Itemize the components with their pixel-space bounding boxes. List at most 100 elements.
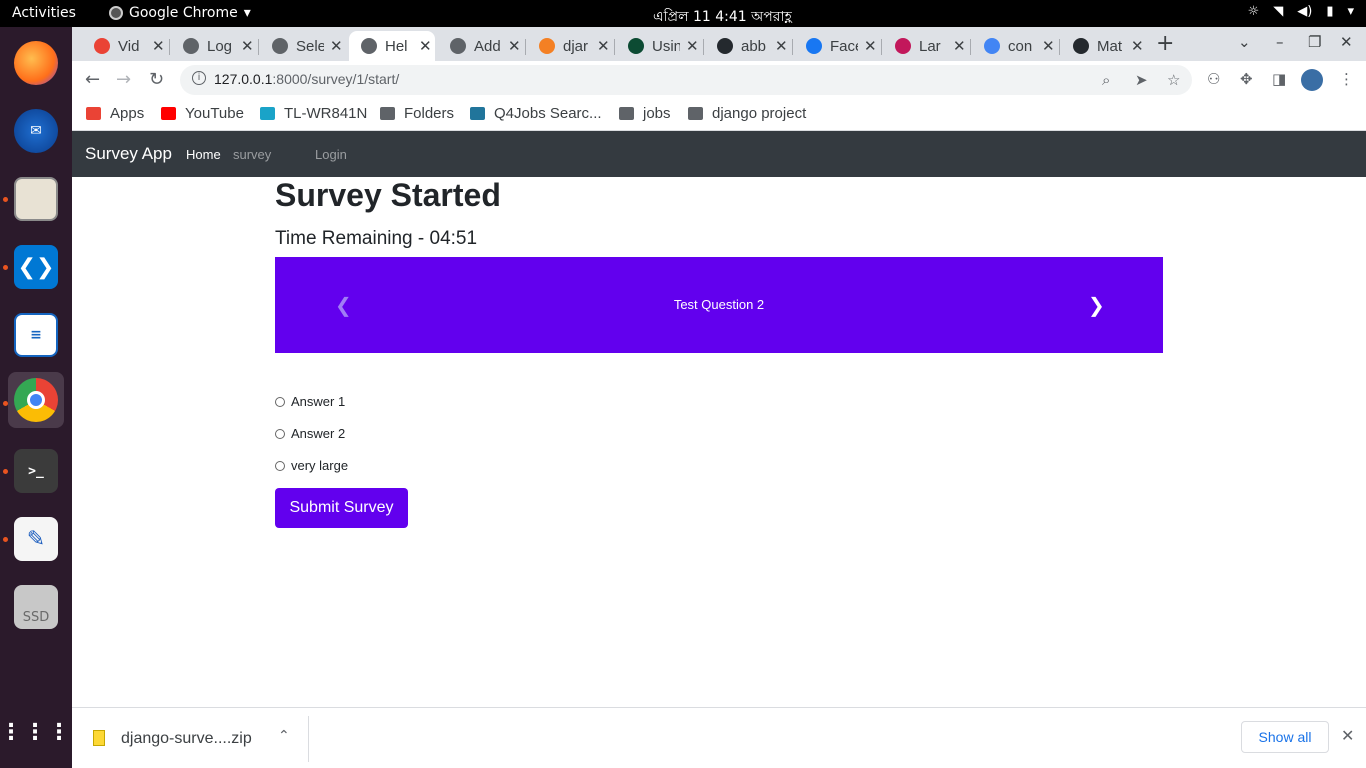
tab-close-icon[interactable]: ✕: [330, 37, 343, 55]
dock-files[interactable]: [8, 171, 64, 227]
shelf-divider: [308, 716, 309, 762]
nav-link-login[interactable]: Login: [315, 147, 347, 162]
bookmark-item[interactable]: TL-WR841N: [260, 105, 367, 122]
bookmark-item[interactable]: django project: [688, 105, 806, 122]
show-applications-button[interactable]: ⋮⋮⋮: [0, 704, 70, 760]
dock-terminal[interactable]: >_: [8, 443, 64, 499]
minimize-button[interactable]: –: [1276, 33, 1284, 51]
answer-option[interactable]: Answer 1: [275, 394, 345, 409]
tab-close-icon[interactable]: ✕: [152, 37, 165, 55]
tab-close-icon[interactable]: ✕: [864, 37, 877, 55]
new-tab-button[interactable]: +: [1156, 31, 1174, 56]
tab-close-icon[interactable]: ✕: [686, 37, 699, 55]
bookmark-item[interactable]: YouTube: [161, 105, 244, 122]
close-shelf-icon[interactable]: ✕: [1341, 726, 1354, 745]
tab-close-icon[interactable]: ✕: [419, 37, 432, 55]
tab-close-icon[interactable]: ✕: [953, 37, 966, 55]
zoom-icon[interactable]: ⌕: [1102, 71, 1110, 89]
tab-close-icon[interactable]: ✕: [1131, 37, 1144, 55]
text-editor-icon: ✎: [14, 517, 58, 561]
side-panel-icon[interactable]: ◨: [1272, 70, 1286, 88]
extension-icon[interactable]: ⚇: [1207, 70, 1220, 88]
answer-label: Answer 2: [291, 426, 346, 441]
tab-separator: [970, 39, 971, 55]
browser-tab[interactable]: con ✕: [972, 31, 1058, 61]
carousel-next-icon[interactable]: ❯: [1088, 293, 1105, 317]
bookmark-item[interactable]: jobs: [619, 105, 671, 122]
browser-tab[interactable]: Add ✕: [438, 31, 524, 61]
radio-button[interactable]: [275, 428, 285, 439]
browser-tab[interactable]: Vid ✕: [82, 31, 168, 61]
profile-avatar[interactable]: [1301, 69, 1323, 91]
browser-tab[interactable]: Hel ✕: [349, 31, 435, 61]
dock-libreoffice-writer[interactable]: ≡: [8, 307, 64, 363]
bookmark-label: Folders: [404, 105, 455, 122]
browser-tab[interactable]: Usin ✕: [616, 31, 702, 61]
maximize-button[interactable]: ❐: [1308, 33, 1321, 51]
browser-tab[interactable]: Lar ✕: [883, 31, 969, 61]
close-window-button[interactable]: ✕: [1340, 33, 1353, 51]
back-button[interactable]: ←: [85, 69, 100, 90]
browser-tab[interactable]: Log ✕: [171, 31, 257, 61]
tab-close-icon[interactable]: ✕: [241, 37, 254, 55]
bookmark-star-icon[interactable]: ☆: [1167, 71, 1180, 89]
nav-link-home[interactable]: Home: [186, 147, 221, 162]
dock-thunderbird[interactable]: ✉: [8, 103, 64, 159]
send-icon[interactable]: ➤: [1135, 71, 1148, 89]
chevron-up-icon[interactable]: ⌃: [278, 728, 290, 744]
system-top-bar: Activities Google Chrome ▾ এপ্রিল 11 4:4…: [0, 0, 1366, 27]
dock-text-editor[interactable]: ✎: [8, 511, 64, 567]
browser-tab[interactable]: abb ✕: [705, 31, 791, 61]
tab-favicon-icon: [361, 38, 377, 54]
app-menu[interactable]: Google Chrome ▾: [109, 5, 251, 21]
tab-title: Lar: [919, 37, 941, 55]
apps-grid-icon: [86, 107, 101, 120]
tab-separator: [703, 39, 704, 55]
browser-tab[interactable]: Sele ✕: [260, 31, 346, 61]
radio-button[interactable]: [275, 460, 285, 471]
address-bar[interactable]: i 127.0.0.1:8000/survey/1/start/ ⌕ ➤ ☆: [180, 65, 1192, 95]
app-menu-label: Google Chrome: [129, 5, 238, 21]
dock-vscode[interactable]: ❮❯: [8, 239, 64, 295]
show-all-button[interactable]: Show all: [1241, 721, 1329, 753]
url-text[interactable]: 127.0.0.1:8000/survey/1/start/: [214, 71, 399, 87]
bookmark-item[interactable]: Folders: [380, 105, 454, 122]
activities-button[interactable]: Activities: [12, 5, 76, 21]
dock-chrome[interactable]: [8, 372, 64, 428]
clock[interactable]: এপ্রিল 11 4:41 অপরাহ্ণ: [653, 5, 792, 29]
tab-search-icon[interactable]: ⌄: [1238, 33, 1251, 51]
nav-link-survey[interactable]: survey: [233, 147, 271, 162]
bookmark-item[interactable]: Q4Jobs Searc...: [470, 105, 602, 122]
navbar-brand[interactable]: Survey App: [85, 144, 172, 164]
tab-close-icon[interactable]: ✕: [508, 37, 521, 55]
site-info-icon[interactable]: i: [192, 71, 206, 85]
radio-button[interactable]: [275, 396, 285, 407]
browser-tab[interactable]: djar ✕: [527, 31, 613, 61]
battery-icon: ▮: [1326, 4, 1334, 19]
tab-separator: [614, 39, 615, 55]
tab-separator: [169, 39, 170, 55]
tab-close-icon[interactable]: ✕: [775, 37, 788, 55]
download-shelf: django-surve....zip ⌃ Show all ✕: [72, 707, 1366, 768]
bookmark-item[interactable]: Apps: [86, 105, 144, 122]
system-tray[interactable]: ☼ ◥ ◀) ▮ ▾: [1248, 4, 1354, 19]
extensions-puzzle-icon[interactable]: ✥: [1240, 70, 1253, 88]
page-title: Survey Started: [275, 177, 501, 213]
tab-close-icon[interactable]: ✕: [1042, 37, 1055, 55]
forward-button[interactable]: →: [116, 69, 131, 90]
tab-close-icon[interactable]: ✕: [597, 37, 610, 55]
chrome-menu-icon[interactable]: ⋮: [1339, 70, 1354, 88]
tab-favicon-icon: [717, 38, 733, 54]
tab-favicon-icon: [1073, 38, 1089, 54]
browser-tab[interactable]: Mat ✕: [1061, 31, 1147, 61]
download-filename[interactable]: django-surve....zip: [121, 730, 252, 748]
answer-option[interactable]: very large: [275, 458, 348, 473]
dock-ssd-drive[interactable]: SSD: [8, 579, 64, 635]
reload-button[interactable]: ↻: [149, 69, 164, 90]
volume-icon: ◀): [1297, 4, 1313, 19]
submit-survey-button[interactable]: Submit Survey: [275, 488, 408, 528]
browser-tab[interactable]: Face ✕: [794, 31, 880, 61]
answer-option[interactable]: Answer 2: [275, 426, 345, 441]
dock-firefox[interactable]: [8, 35, 64, 91]
bookmark-icon: [260, 107, 275, 120]
